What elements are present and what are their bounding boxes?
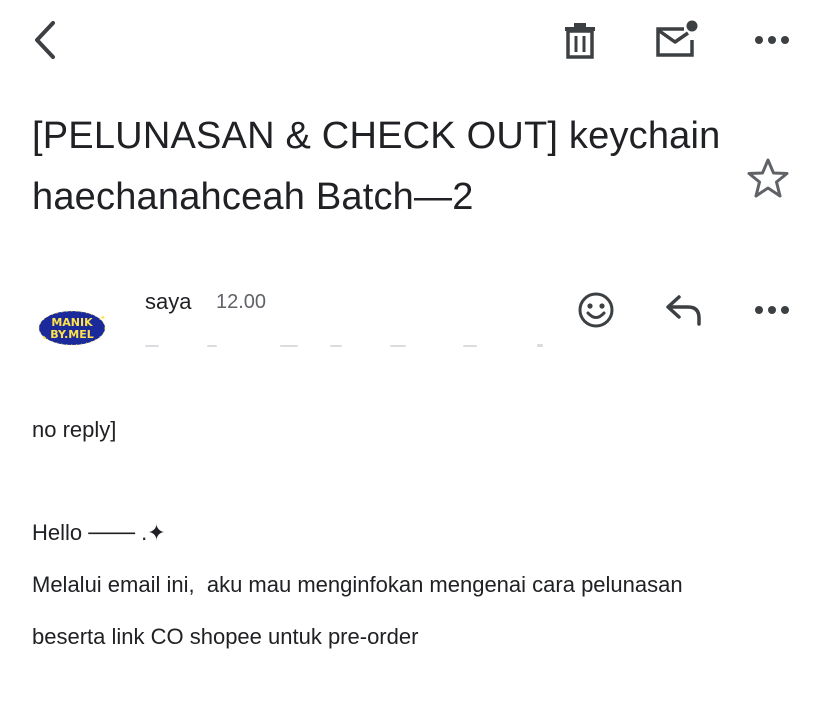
star-button[interactable] <box>740 152 796 204</box>
mark-unread-button[interactable] <box>650 14 702 66</box>
add-reaction-button[interactable] <box>572 286 620 334</box>
svg-text:✦: ✦ <box>42 335 47 342</box>
svg-text:✦: ✦ <box>100 314 106 322</box>
avatar-logo-text-2: BY.MEL <box>50 328 94 341</box>
mail-unread-icon <box>654 20 698 60</box>
more-horizontal-icon <box>754 305 790 315</box>
body-line: beserta link CO shopee untuk pre-order <box>32 624 419 649</box>
sender-avatar[interactable]: MANIK BY.MEL ✦ ✦ <box>30 296 114 360</box>
recipients-details[interactable] <box>145 332 565 352</box>
body-line: Melalui email ini, aku mau menginfokan m… <box>32 572 683 597</box>
star-outline-icon <box>746 157 790 199</box>
back-button[interactable] <box>22 14 68 66</box>
more-horizontal-icon <box>754 35 790 45</box>
body-line: no reply] <box>32 417 117 442</box>
more-options-button[interactable] <box>746 14 798 66</box>
body-greeting: Hello ─── .✦ <box>32 520 166 545</box>
arrow-left-icon <box>31 20 59 60</box>
sender-name[interactable]: saya <box>145 289 191 315</box>
reply-button[interactable] <box>658 286 710 334</box>
smiley-icon <box>577 291 615 329</box>
sent-time: 12.00 <box>216 291 267 313</box>
trash-icon <box>563 21 597 59</box>
reply-icon <box>664 293 704 327</box>
message-more-button[interactable] <box>746 286 798 334</box>
delete-button[interactable] <box>556 14 604 66</box>
email-subject: [PELUNASAN & CHECK OUT] keychain haechan… <box>32 115 721 218</box>
